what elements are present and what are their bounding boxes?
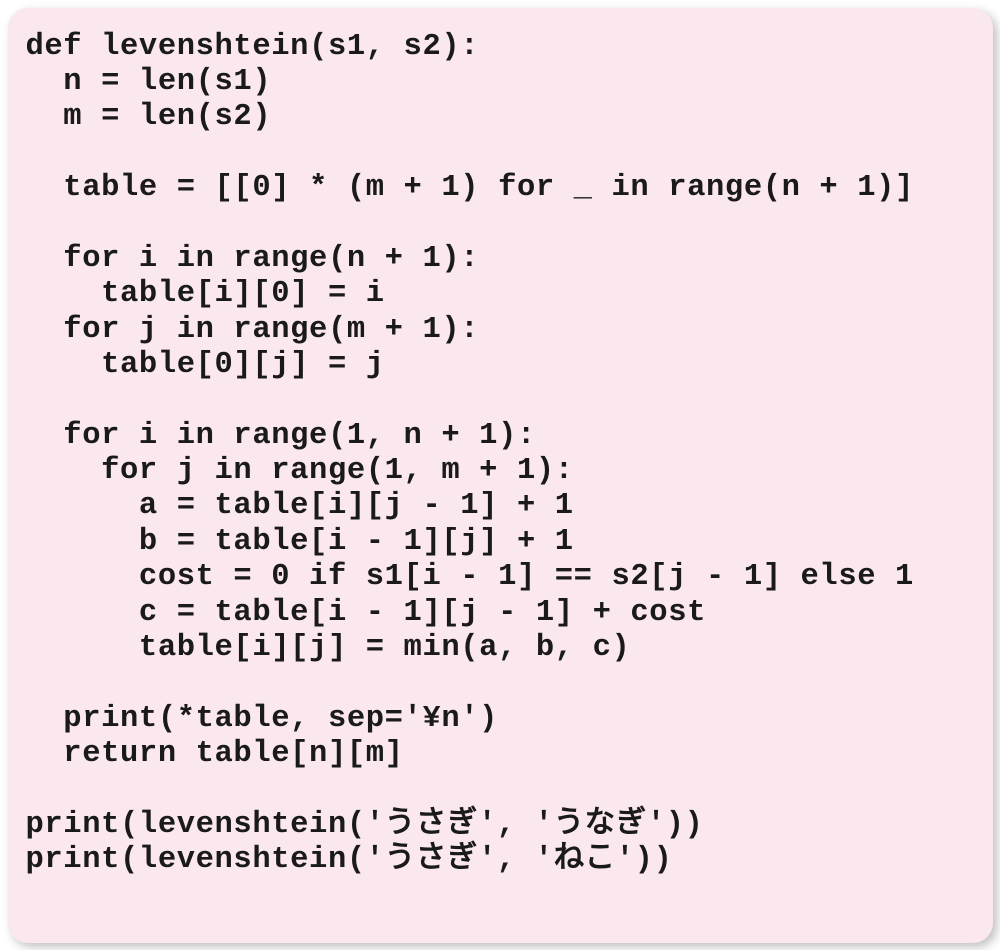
code-content: def levenshtein(s1, s2): n = len(s1) m =… [26,30,975,879]
code-block: def levenshtein(s1, s2): n = len(s1) m =… [8,8,993,943]
